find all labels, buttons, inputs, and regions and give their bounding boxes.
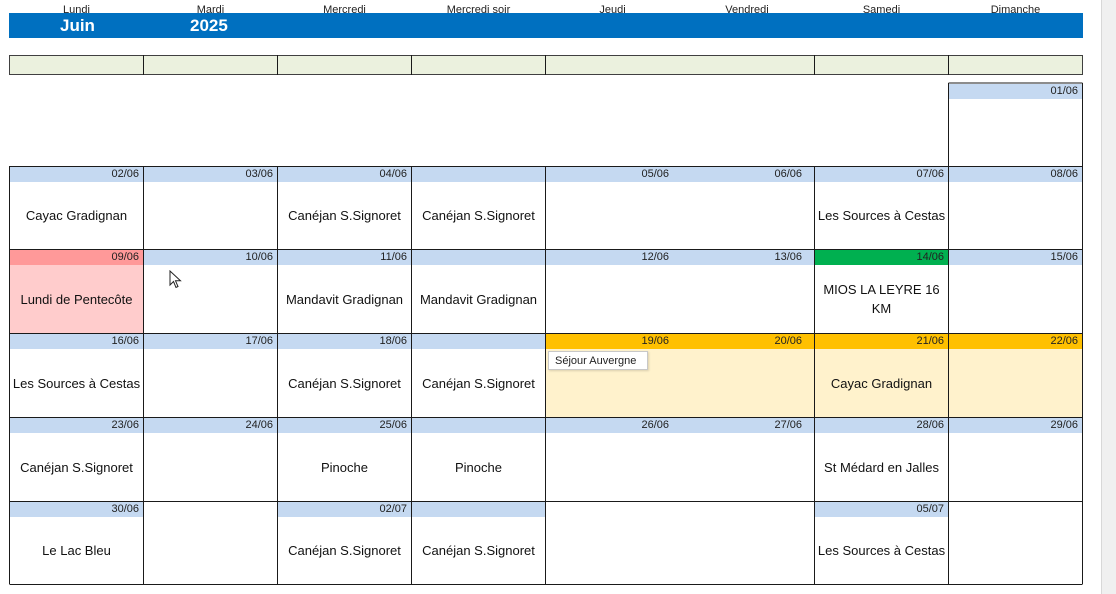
- date-strip: 23/06: [10, 418, 143, 433]
- date-strip: [412, 418, 545, 433]
- holiday-event[interactable]: Lundi de Pentecôte: [10, 265, 143, 333]
- date-vendredi: 27/06: [774, 419, 802, 431]
- date-jeudi: 26/06: [641, 419, 669, 431]
- date-strip: [412, 167, 545, 182]
- date-strip: 30/06: [10, 502, 143, 517]
- event-cell[interactable]: Canéjan S.Signoret: [278, 182, 411, 249]
- date-jeudi: 05/06: [641, 168, 669, 180]
- date-strip: 07/06: [815, 167, 948, 182]
- date-vendredi: 06/06: [774, 168, 802, 180]
- date-jeudi: 12/06: [641, 251, 669, 263]
- date-strip: 04/06: [278, 167, 411, 182]
- race-date-strip: 14/06: [815, 250, 948, 265]
- date-vendredi: 20/06: [774, 335, 802, 347]
- date-strip: 18/06: [278, 334, 411, 349]
- event-cell[interactable]: Le Lac Bleu: [10, 517, 143, 584]
- event-cell[interactable]: Canéjan S.Signoret: [412, 349, 545, 417]
- event-cell[interactable]: Canéjan S.Signoret: [278, 349, 411, 417]
- date-strip: 25/06: [278, 418, 411, 433]
- race-event[interactable]: MIOS LA LEYRE 16 KM: [820, 265, 943, 333]
- date-strip: [412, 250, 545, 265]
- day-header-mercredi-soir: Mercredi soir: [446, 4, 511, 16]
- event-cell[interactable]: Mandavit Gradignan: [412, 265, 545, 333]
- date-strip: [412, 502, 545, 517]
- day-header-lundi: Lundi: [63, 4, 90, 16]
- event-cell[interactable]: Canéjan S.Signoret: [412, 517, 545, 584]
- day-header-row: [9, 55, 1083, 75]
- sejour-date-strip: 21/06: [815, 334, 948, 349]
- day-header-mercredi: Mercredi: [323, 4, 366, 16]
- holiday-date-strip: 09/06: [10, 250, 143, 265]
- date-strip: 28/06: [815, 418, 948, 433]
- event-cell[interactable]: Canéjan S.Signoret: [10, 433, 143, 501]
- event-cell[interactable]: Mandavit Gradignan: [278, 265, 411, 333]
- day-header-mardi: Mardi: [196, 4, 225, 16]
- event-cell[interactable]: St Médard en Jalles: [815, 433, 948, 501]
- event-cell[interactable]: Canéjan S.Signoret: [278, 517, 411, 584]
- date-strip: 02/06: [10, 167, 143, 182]
- date-vendredi: 13/06: [774, 251, 802, 263]
- event-cell[interactable]: Pinoche: [278, 433, 411, 501]
- day-header-samedi: Samedi: [862, 4, 901, 16]
- event-cell[interactable]: Cayac Gradignan: [10, 182, 143, 249]
- day-header-vendredi: Vendredi: [725, 4, 769, 16]
- date-jeudi: 19/06: [641, 335, 669, 347]
- date-strip: 16/06: [10, 334, 143, 349]
- date-strip: 02/07: [278, 502, 411, 517]
- day-header-dimanche: Dimanche: [990, 4, 1041, 16]
- date-strip: 01/06: [949, 84, 1082, 99]
- event-cell[interactable]: Canéjan S.Signoret: [412, 182, 545, 249]
- date-strip: 29/06: [949, 418, 1082, 433]
- date-strip: 24/06: [144, 418, 277, 433]
- vertical-scrollbar[interactable]: [1101, 0, 1116, 594]
- date-strip: 15/06: [949, 250, 1082, 265]
- date-strip: [412, 334, 545, 349]
- mouse-cursor-icon: [169, 270, 182, 289]
- date-strip: 17/06: [144, 334, 277, 349]
- date-strip: 11/06: [278, 250, 411, 265]
- sejour-date-strip: 22/06: [949, 334, 1082, 349]
- date-strip: 05/07: [815, 502, 948, 517]
- date-strip: 10/06: [144, 250, 277, 265]
- event-cell[interactable]: Les Sources à Cestas: [815, 182, 948, 249]
- date-strip: 08/06: [949, 167, 1082, 182]
- sejour-comment-box[interactable]: Séjour Auvergne: [548, 351, 648, 370]
- event-cell[interactable]: Pinoche: [412, 433, 545, 501]
- event-cell[interactable]: Cayac Gradignan: [815, 349, 948, 417]
- event-cell[interactable]: Les Sources à Cestas: [815, 517, 948, 584]
- event-cell[interactable]: Les Sources à Cestas: [10, 349, 143, 417]
- date-strip: 03/06: [144, 167, 277, 182]
- day-header-jeudi: Jeudi: [599, 4, 626, 16]
